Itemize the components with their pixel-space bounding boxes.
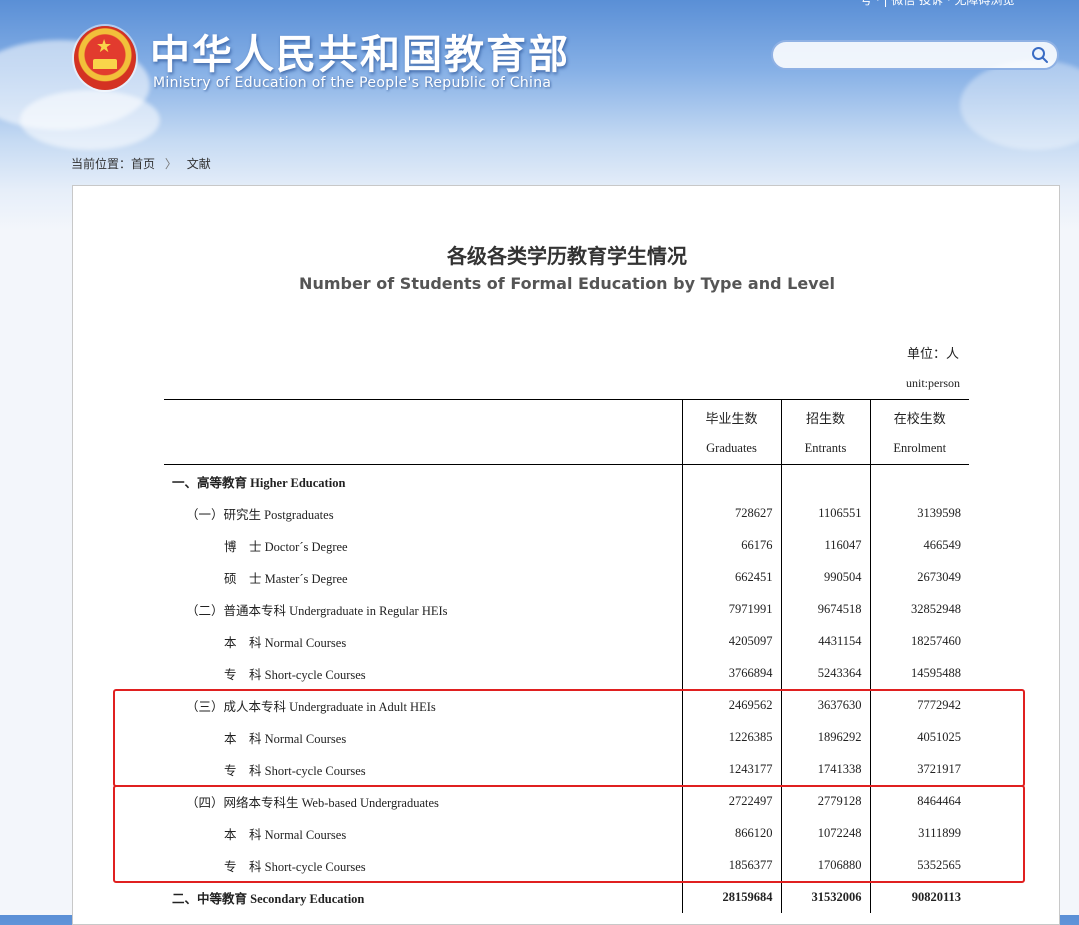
column-header-graduates: 毕业生数 Graduates <box>681 399 781 465</box>
column-header-cn: 招生数 <box>805 411 845 426</box>
search-box[interactable] <box>771 40 1059 70</box>
document-panel: 各级各类学历教育学生情况 Number of Students of Forma… <box>72 185 1060 925</box>
table-row: （一）研究生 Postgraduates 728627 1106551 3139598 <box>164 497 969 529</box>
row-label: 本 科 Normal Courses <box>224 635 347 650</box>
unit-label-cn: 单位：人 <box>906 347 959 362</box>
document-title-cn: 各级各类学历教育学生情况 <box>447 244 687 268</box>
table-row: 二、中等教育 Secondary Education 28159684 315320… <box>164 881 969 913</box>
row-label: 硕 士 Master´s Degree <box>224 571 348 586</box>
national-emblem-logo: ★ <box>74 26 136 90</box>
cell-enrolment: 14595488 <box>869 657 969 689</box>
site-header: ★ 中华人民共和国教育部 Ministry of Education of th… <box>0 0 1079 150</box>
cell-entrants <box>780 464 870 497</box>
column-header-entrants: 招生数 Entrants <box>780 399 870 465</box>
unit-label-en: unit:person <box>906 376 960 390</box>
site-title-cn: 中华人民共和国教育部 <box>150 32 570 78</box>
cell-entrants: 4431154 <box>780 625 870 657</box>
cell-enrolment: 3139598 <box>869 497 969 529</box>
row-label: 博 士 Doctor´s Degree <box>224 539 348 554</box>
row-label: 一、高等教育 Higher Education <box>172 475 346 490</box>
cell-graduates: 7971991 <box>681 593 781 625</box>
table-row: 专 科 Short-cycle Courses 3766894 5243364 145… <box>164 657 969 689</box>
cell-enrolment: 90820113 <box>869 881 969 913</box>
breadcrumb-current[interactable]: 文献 <box>187 157 211 171</box>
table-row: 博 士 Doctor´s Degree 66176 116047 466549 <box>164 529 969 561</box>
cell-entrants: 9674518 <box>780 593 870 625</box>
row-label: （一）研究生 Postgraduates <box>186 507 334 522</box>
column-header-cn: 毕业生数 <box>705 411 758 426</box>
cell-enrolment: 18257460 <box>869 625 969 657</box>
table-row: 硕 士 Master´s Degree 662451 990504 2673049 <box>164 561 969 593</box>
column-header-en: Entrants <box>804 441 847 455</box>
table-header-row: 毕业生数 Graduates 招生数 Entrants 在校生数 Enrolme… <box>164 399 969 465</box>
column-header-cn: 在校生数 <box>893 411 946 426</box>
breadcrumb-separator-icon: 〉 <box>164 157 177 171</box>
cell-entrants: 1106551 <box>780 497 870 529</box>
row-label: （二）普通本专科 Undergraduate in Regular HEIs <box>186 603 448 618</box>
cell-graduates: 28159684 <box>681 881 781 913</box>
breadcrumb-label: 当前位置： <box>71 157 132 171</box>
column-header-en: Enrolment <box>893 441 947 455</box>
cell-graduates <box>681 464 781 497</box>
breadcrumb-home-link[interactable]: 首页 <box>131 157 155 171</box>
highlight-box-web-based <box>113 785 1025 883</box>
cell-entrants: 990504 <box>780 561 870 593</box>
cell-entrants: 31532006 <box>780 881 870 913</box>
cell-entrants: 5243364 <box>780 657 870 689</box>
table-row: 本 科 Normal Courses 4205097 4431154 18257460 <box>164 625 969 657</box>
cell-graduates: 4205097 <box>681 625 781 657</box>
cell-graduates: 3766894 <box>681 657 781 689</box>
document-title-en: Number of Students of Formal Education b… <box>299 274 835 293</box>
cell-enrolment: 466549 <box>869 529 969 561</box>
breadcrumb: 当前位置：首页 〉 文献 <box>71 155 217 172</box>
table-row: 一、高等教育 Higher Education <box>164 464 969 497</box>
table-row: （二）普通本专科 Undergraduate in Regular HEIs 79… <box>164 593 969 625</box>
highlight-box-adult-heis <box>113 689 1025 787</box>
row-label: 专 科 Short-cycle Courses <box>224 667 366 682</box>
cell-enrolment: 32852948 <box>869 593 969 625</box>
search-icon[interactable] <box>1031 46 1049 64</box>
column-header-en: Graduates <box>706 441 757 455</box>
cell-graduates: 66176 <box>681 529 781 561</box>
search-input[interactable] <box>785 46 1029 66</box>
cell-graduates: 728627 <box>681 497 781 529</box>
row-label: 二、中等教育 Secondary Education <box>172 891 365 906</box>
site-title-en: Ministry of Education of the People's Re… <box>153 75 552 91</box>
cell-entrants: 116047 <box>780 529 870 561</box>
cell-enrolment: 2673049 <box>869 561 969 593</box>
top-links[interactable]: 号 · | 微信 投诉 · 无障碍浏览 <box>860 0 1015 8</box>
cell-graduates: 662451 <box>681 561 781 593</box>
column-header-enrolment: 在校生数 Enrolment <box>869 399 969 465</box>
cell-enrolment <box>869 464 969 497</box>
table-header-blank <box>164 399 682 465</box>
